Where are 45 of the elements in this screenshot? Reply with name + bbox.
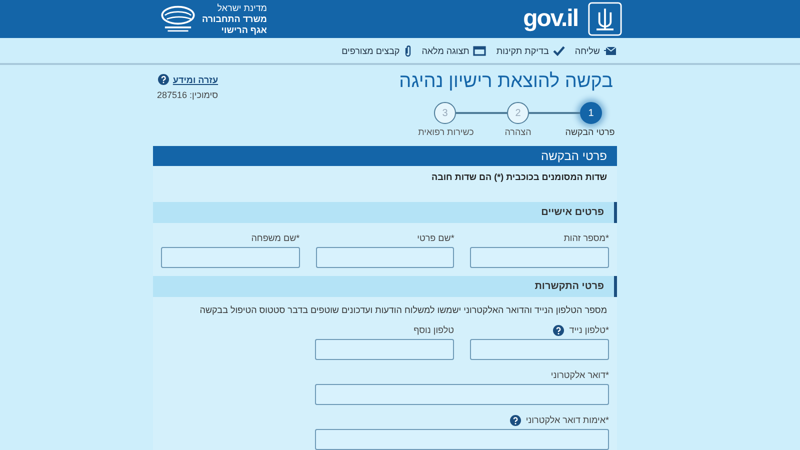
input-field[interactable] — [160, 247, 300, 268]
emblem-icon — [588, 2, 622, 36]
help-icon — [510, 414, 521, 426]
field-label: *מספר זהות — [564, 233, 609, 243]
input-field[interactable] — [316, 247, 454, 268]
step-label: הצהרה — [504, 127, 532, 137]
input-field[interactable] — [470, 247, 609, 268]
ministry-name: משרד התחבורה — [202, 14, 267, 24]
field-label: *שם משפחה — [251, 233, 300, 243]
section-intro: מספר הטלפון הנייד והדואר האלקטרוני ישמשו למשלוח הודעות ועדכונים שוטפים בדבר סטטוס הטיפול בבקשה — [198, 305, 607, 315]
site-logo[interactable]: gov.il — [523, 5, 578, 33]
page-title: בקשה להוצאת רישיון נהיגה — [399, 71, 613, 93]
field-label: *אימות דואר אלקטרוני — [526, 415, 609, 425]
required-note: שדות המסומנים בכוכבית (*) הם שדות חובה — [430, 171, 608, 184]
field-label: טלפון נוסף — [414, 325, 454, 335]
step-label: פרטי הבקשה — [564, 127, 616, 137]
help-link[interactable]: עזרה ומידע — [172, 74, 218, 84]
input-field[interactable] — [315, 384, 609, 405]
step-connector — [456, 112, 507, 114]
input-field[interactable] — [315, 339, 454, 360]
field-label: *דואר אלקטרוני — [550, 370, 609, 380]
ministry-name: אגף הרישוי — [220, 24, 267, 36]
input-field[interactable] — [470, 339, 609, 360]
field-label: *שם פרטי — [417, 233, 454, 243]
field-label: *טלפון נייד — [569, 325, 609, 335]
paperclip-icon — [404, 44, 412, 56]
check-icon — [552, 46, 565, 56]
toolbar-button[interactable]: קבצים מצורפים — [342, 44, 412, 56]
monitor-icon — [473, 46, 486, 56]
panel-title: פרטי הבקשה — [153, 146, 617, 166]
section-header: פרטי התקשרות — [153, 276, 617, 297]
ministry-name: מדינת ישראל — [216, 2, 267, 14]
reference-number: סימוכין: 287516 — [157, 90, 218, 100]
help-icon — [158, 74, 169, 85]
envelope-icon — [604, 46, 616, 56]
step-circle[interactable]: 1 — [580, 102, 602, 124]
toolbar-button[interactable]: תצוגה מלאה — [422, 46, 486, 56]
ministry-logo-icon — [158, 5, 198, 33]
input-field[interactable] — [315, 429, 609, 450]
step-connector — [529, 112, 580, 114]
step-label: כשירות רפואית — [417, 127, 475, 137]
toolbar-button[interactable]: שליחה — [574, 46, 616, 56]
section-header: פרטים אישיים — [153, 202, 617, 223]
toolbar-button[interactable]: בדיקת תקינות — [496, 46, 565, 56]
help-icon — [553, 324, 564, 336]
